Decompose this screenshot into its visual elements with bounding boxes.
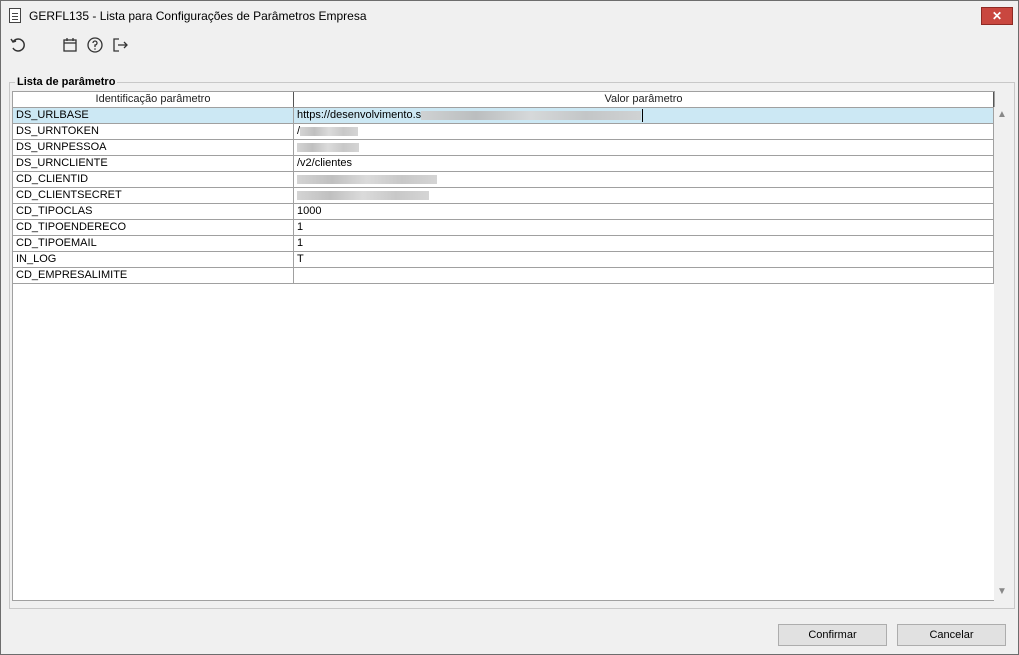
window-title: GERFL135 - Lista para Configurações de P… — [29, 9, 367, 23]
table-row[interactable]: DS_URNPESSOA — [13, 140, 994, 156]
redacted-value — [297, 142, 359, 152]
param-key: CD_TIPOENDERECO — [13, 220, 294, 235]
param-value[interactable]: T — [294, 252, 994, 267]
table-row[interactable]: CD_TIPOEMAIL 1 — [13, 236, 994, 252]
exit-icon[interactable] — [111, 36, 129, 54]
param-value[interactable]: https://desenvolvimento.s — [294, 108, 994, 123]
param-key: CD_EMPRESALIMITE — [13, 268, 294, 283]
param-value[interactable] — [294, 188, 994, 203]
param-key: CD_TIPOCLAS — [13, 204, 294, 219]
scroll-down-icon[interactable]: ▼ — [994, 584, 1010, 600]
param-value-text: https://desenvolvimento.s — [297, 109, 422, 121]
redacted-value — [297, 174, 437, 184]
document-icon — [9, 8, 21, 23]
table-row[interactable]: DS_URNCLIENTE /v2/clientes — [13, 156, 994, 172]
grid-header: Identificação parâmetro Valor parâmetro — [13, 92, 994, 108]
group-legend: Lista de parâmetro — [15, 76, 118, 88]
close-button[interactable]: ✕ — [981, 7, 1013, 25]
toolbar — [1, 31, 1018, 59]
vertical-scrollbar[interactable]: ▲ ▼ — [994, 107, 1010, 602]
column-header-value[interactable]: Valor parâmetro — [294, 92, 994, 107]
cancel-button[interactable]: Cancelar — [897, 624, 1006, 646]
table-row[interactable]: DS_URNTOKEN / — [13, 124, 994, 140]
param-value[interactable]: 1 — [294, 220, 994, 235]
param-value[interactable] — [294, 172, 994, 187]
redacted-value — [300, 126, 359, 136]
param-value[interactable] — [294, 140, 994, 155]
column-header-id[interactable]: Identificação parâmetro — [13, 92, 294, 107]
param-value[interactable]: 1 — [294, 236, 994, 251]
scroll-up-icon[interactable]: ▲ — [994, 107, 1010, 123]
table-row[interactable]: IN_LOG T — [13, 252, 994, 268]
table-row[interactable]: CD_TIPOENDERECO 1 — [13, 220, 994, 236]
confirm-button[interactable]: Confirmar — [778, 624, 887, 646]
param-value[interactable]: /v2/clientes — [294, 156, 994, 171]
param-value[interactable]: 1000 — [294, 204, 994, 219]
title-bar: GERFL135 - Lista para Configurações de P… — [1, 1, 1018, 31]
param-key: IN_LOG — [13, 252, 294, 267]
table-row[interactable]: CD_CLIENTSECRET — [13, 188, 994, 204]
param-value[interactable] — [294, 268, 994, 283]
calendar-icon[interactable] — [61, 36, 79, 54]
param-key: CD_TIPOEMAIL — [13, 236, 294, 251]
param-key: DS_URLBASE — [13, 108, 294, 123]
param-key: CD_CLIENTID — [13, 172, 294, 187]
content-area: Lista de parâmetro Identificação parâmet… — [1, 59, 1018, 654]
table-row[interactable]: DS_URLBASE https://desenvolvimento.s — [13, 108, 994, 124]
param-value[interactable]: / — [294, 124, 994, 139]
main-window: GERFL135 - Lista para Configurações de P… — [0, 0, 1019, 655]
param-key: DS_URNPESSOA — [13, 140, 294, 155]
param-key: DS_URNCLIENTE — [13, 156, 294, 171]
text-cursor — [642, 108, 644, 122]
redacted-value — [421, 110, 642, 120]
refresh-icon[interactable] — [9, 36, 27, 54]
param-key: DS_URNTOKEN — [13, 124, 294, 139]
param-key: CD_CLIENTSECRET — [13, 188, 294, 203]
redacted-value — [297, 190, 429, 200]
table-row[interactable]: CD_EMPRESALIMITE — [13, 268, 994, 284]
table-row[interactable]: CD_CLIENTID — [13, 172, 994, 188]
table-row[interactable]: CD_TIPOCLAS 1000 — [13, 204, 994, 220]
parameter-grid[interactable]: Identificação parâmetro Valor parâmetro … — [12, 91, 995, 601]
help-icon[interactable] — [86, 36, 104, 54]
